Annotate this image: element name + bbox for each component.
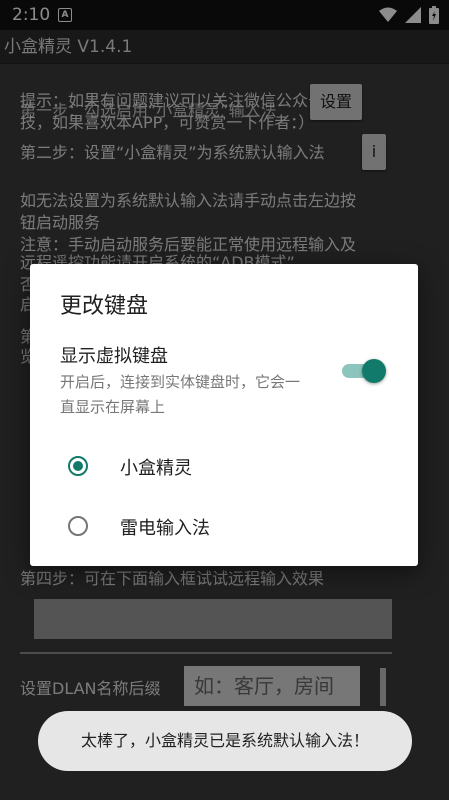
option-label: 小盒精灵 bbox=[120, 458, 192, 479]
virtual-keyboard-switch[interactable] bbox=[342, 359, 386, 383]
dialog-title: 更改键盘 bbox=[60, 294, 149, 319]
radio-selected-icon[interactable] bbox=[68, 456, 88, 476]
toast-message: 太棒了，小盒精灵已是系统默认输入法！ bbox=[38, 711, 412, 771]
keyboard-option-xiaohe[interactable]: 小盒精灵 bbox=[30, 440, 418, 498]
toggle-title: 显示虚拟键盘 bbox=[60, 346, 168, 367]
change-keyboard-dialog: 更改键盘 显示虚拟键盘 开启后，连接到实体键盘时，它会一直显示在屏幕上 小盒精灵… bbox=[30, 264, 418, 566]
switch-thumb bbox=[362, 359, 386, 383]
keyboard-option-leidian[interactable]: 雷电输入法 bbox=[30, 500, 418, 558]
toggle-description: 开启后，连接到实体键盘时，它会一直显示在屏幕上 bbox=[60, 373, 301, 416]
radio-unselected-icon[interactable] bbox=[68, 516, 88, 536]
option-label: 雷电输入法 bbox=[120, 518, 210, 539]
